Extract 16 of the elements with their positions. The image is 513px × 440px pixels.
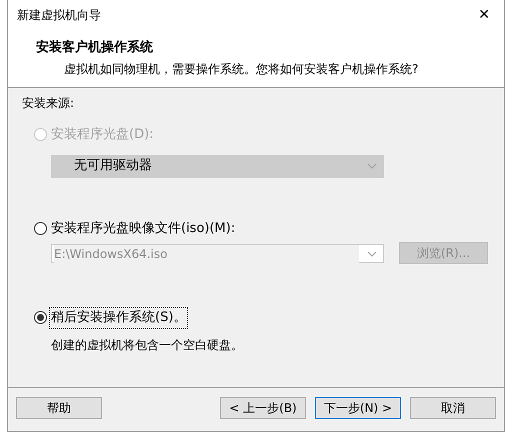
page-title: 安装客户机操作系统 [36,38,154,57]
chevron-down-icon [367,250,377,256]
page-subtitle: 虚拟机如同物理机，需要操作系统。您将如何安装客户机操作系统? [64,60,420,78]
section-label: 安装来源: [22,95,76,112]
help-button[interactable]: 帮助 [16,396,102,418]
close-button[interactable]: ✕ [478,8,490,22]
chevron-down-icon [367,163,377,169]
radio-label[interactable]: 稍后安装操作系统(S)。 [50,308,188,328]
window-title: 新建虚拟机向导 [17,7,101,24]
radio-button[interactable] [34,222,47,235]
radio-label[interactable]: 安装程序光盘映像文件(iso)(M): [50,218,236,238]
option-description: 创建的虚拟机将包含一个空白硬盘。 [51,336,244,354]
radio-button[interactable] [34,311,47,324]
cancel-button[interactable]: 取消 [410,396,496,418]
next-button[interactable]: 下一步(N) > [315,396,401,418]
back-button[interactable]: < 上一步(B) [220,396,306,418]
